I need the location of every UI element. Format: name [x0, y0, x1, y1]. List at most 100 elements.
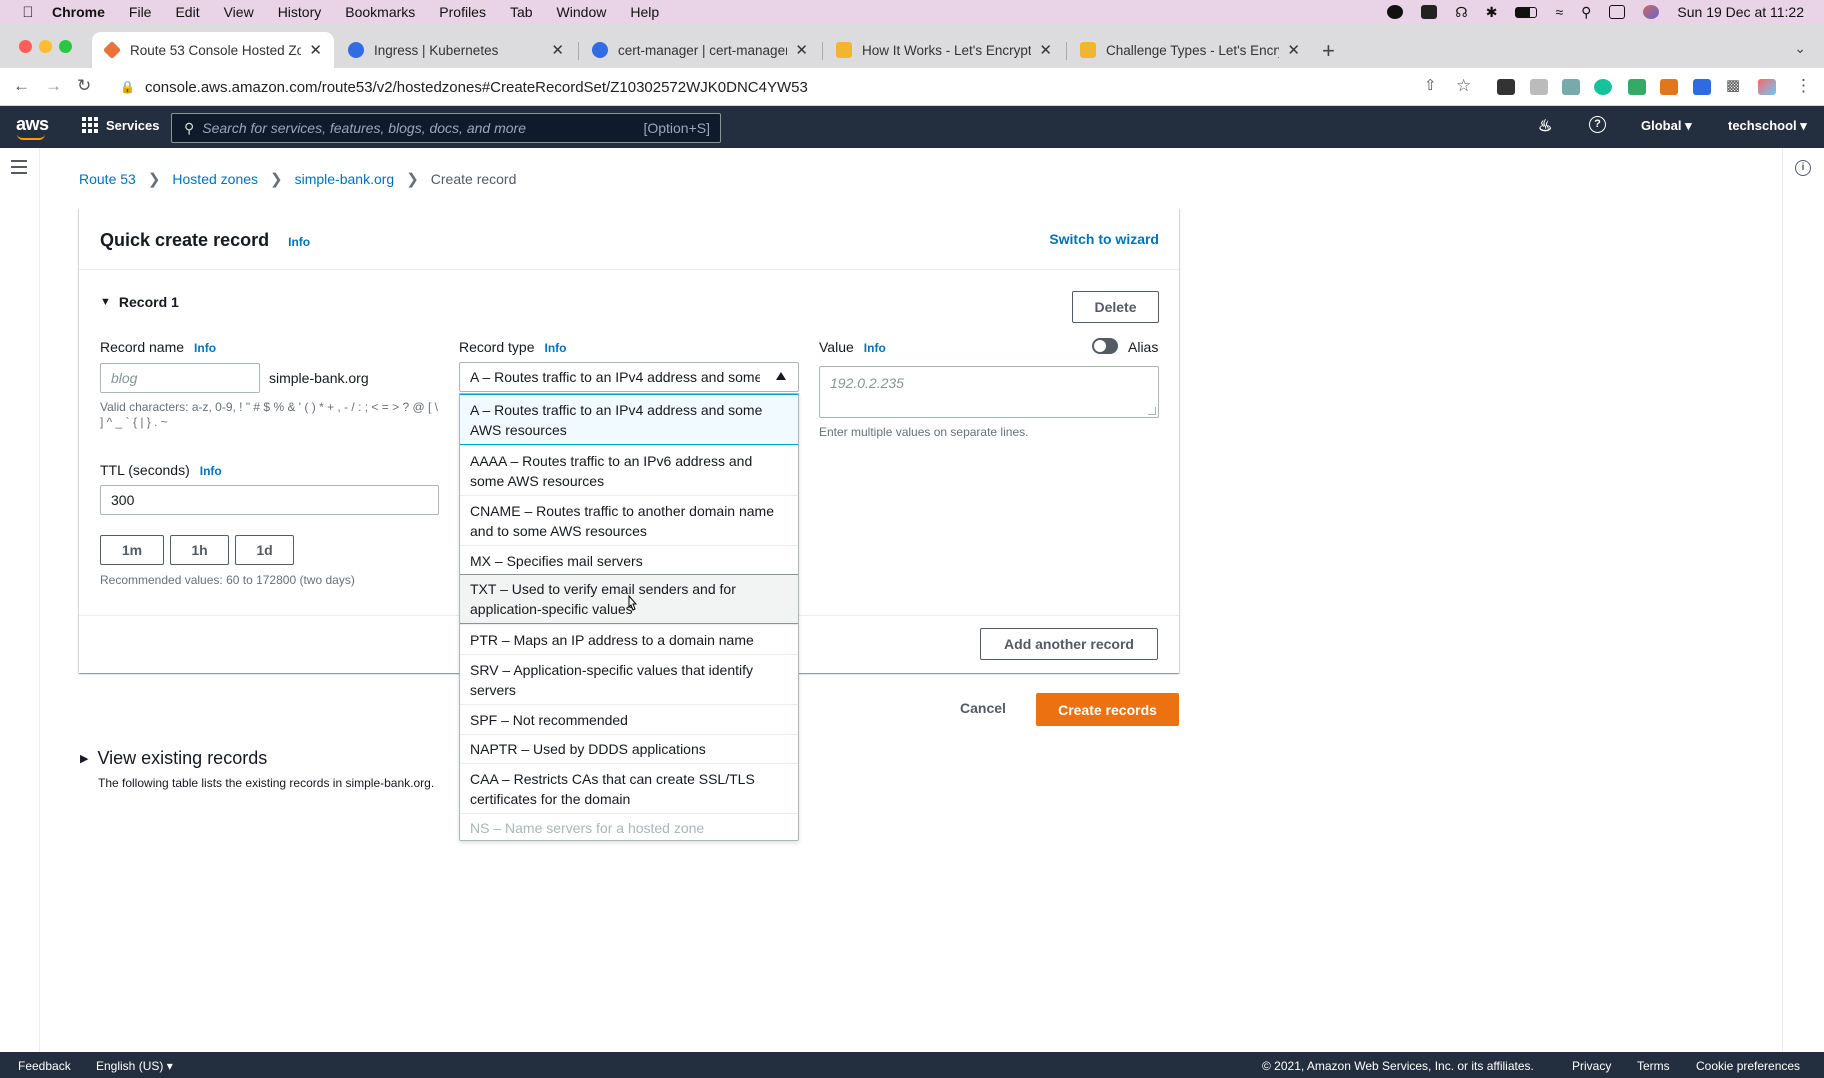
hamburger-menu-icon[interactable] — [11, 160, 27, 178]
account-menu[interactable]: techschool ▾ — [1728, 118, 1807, 134]
region-selector[interactable]: Global ▾ — [1641, 118, 1692, 134]
record-type-option-aaaa[interactable]: AAAA – Routes traffic to an IPv6 address… — [460, 445, 798, 495]
record-status-icon[interactable] — [1387, 5, 1404, 19]
delete-record-button[interactable]: Delete — [1072, 291, 1159, 323]
aws-search-input[interactable]: ⚲ Search for services, features, blogs, … — [171, 113, 721, 143]
extension-icon-3[interactable] — [1562, 79, 1580, 95]
breadcrumb-route53[interactable]: Route 53 — [79, 171, 136, 187]
resize-handle-icon[interactable] — [1148, 407, 1156, 415]
share-icon[interactable]: ⇧ — [1424, 76, 1437, 94]
reload-icon[interactable]: ↻ — [77, 76, 91, 96]
menu-help[interactable]: Help — [630, 4, 659, 20]
ttl-preset-1m[interactable]: 1m — [100, 535, 164, 565]
record-type-info-link[interactable]: Info — [544, 341, 566, 355]
metamask-icon[interactable] — [1660, 79, 1678, 95]
url-field[interactable]: 🔒 console.aws.amazon.com/route53/v2/host… — [120, 72, 1450, 102]
add-another-record-button[interactable]: Add another record — [980, 628, 1158, 660]
menu-view[interactable]: View — [224, 4, 254, 20]
record-type-option-cname[interactable]: CNAME – Routes traffic to another domain… — [460, 495, 798, 545]
caret-up-icon — [776, 372, 786, 380]
record-type-option-naptr[interactable]: NAPTR – Used by DDDS applications — [460, 734, 798, 763]
menu-edit[interactable]: Edit — [175, 4, 199, 20]
feedback-link[interactable]: Feedback — [18, 1059, 71, 1073]
extension-icon-2[interactable] — [1530, 79, 1548, 95]
record-type-option-srv[interactable]: SRV – Application-specific values that i… — [460, 654, 798, 704]
record-name-info-link[interactable]: Info — [194, 341, 216, 355]
record-type-option-a[interactable]: A – Routes traffic to an IPv4 address an… — [460, 394, 798, 445]
extension-icon-1[interactable] — [1497, 79, 1515, 95]
battery-icon[interactable] — [1515, 6, 1538, 18]
services-menu-button[interactable]: Services — [82, 117, 160, 133]
record-name-input[interactable]: blog — [100, 363, 260, 393]
menu-app-name[interactable]: Chrome — [52, 4, 105, 20]
alias-toggle[interactable] — [1092, 338, 1118, 354]
forward-arrow-icon[interactable]: → — [45, 76, 62, 96]
wifi-icon[interactable]: ≈ — [1555, 4, 1563, 20]
back-arrow-icon[interactable]: ← — [13, 76, 30, 96]
cookie-preferences-link[interactable]: Cookie preferences — [1696, 1059, 1800, 1073]
menu-file[interactable]: File — [129, 4, 152, 20]
browser-menu-icon[interactable]: ⋮ — [1795, 76, 1812, 96]
browser-tab-route53[interactable]: Route 53 Console Hosted Zones ✕ — [92, 32, 334, 68]
extension-icon-8[interactable] — [1758, 79, 1776, 95]
ttl-preset-1d[interactable]: 1d — [235, 535, 294, 565]
browser-tab-ingress[interactable]: Ingress | Kubernetes ✕ — [336, 32, 576, 68]
tab-close-icon[interactable]: ✕ — [1287, 41, 1300, 59]
notifications-bell-icon[interactable]: ♨ — [1538, 116, 1552, 136]
window-minimize-button[interactable] — [39, 40, 52, 53]
bluetooth-icon[interactable]: ✱ — [1486, 4, 1498, 21]
privacy-link[interactable]: Privacy — [1572, 1059, 1611, 1073]
menu-profiles[interactable]: Profiles — [439, 4, 486, 20]
help-icon[interactable]: ? — [1589, 116, 1606, 133]
view-existing-records-toggle[interactable]: ▶ View existing records — [80, 748, 267, 769]
tab-close-icon[interactable]: ✕ — [1039, 41, 1052, 59]
extension-icon-5[interactable] — [1628, 79, 1646, 95]
apple-icon[interactable]:  — [18, 0, 38, 24]
record-type-option-ptr[interactable]: PTR – Maps an IP address to a domain nam… — [460, 624, 798, 654]
breadcrumb-hosted-zones[interactable]: Hosted zones — [172, 171, 258, 187]
tab-search-chevron-icon[interactable]: ⌄ — [1794, 40, 1806, 57]
new-tab-plus-icon[interactable]: + — [1322, 38, 1335, 64]
aws-logo[interactable]: aws — [16, 114, 49, 140]
window-close-button[interactable] — [19, 40, 32, 53]
ttl-input[interactable]: 300 — [100, 485, 439, 515]
cancel-button[interactable]: Cancel — [960, 700, 1006, 716]
control-center-icon[interactable] — [1609, 5, 1626, 19]
grammarly-icon[interactable] — [1594, 79, 1612, 95]
input-source-icon[interactable] — [1421, 5, 1438, 19]
value-textarea[interactable]: 192.0.2.235 — [819, 366, 1159, 418]
menu-history[interactable]: History — [278, 4, 322, 20]
ttl-preset-1h[interactable]: 1h — [170, 535, 229, 565]
record-1-toggle[interactable]: ▼ Record 1 — [100, 294, 179, 310]
terms-link[interactable]: Terms — [1637, 1059, 1670, 1073]
menu-window[interactable]: Window — [557, 4, 607, 20]
info-panel-icon[interactable]: i — [1795, 160, 1811, 176]
window-zoom-button[interactable] — [59, 40, 72, 53]
browser-tab-challenge-types[interactable]: Challenge Types - Let's Encrypt ✕ — [1068, 32, 1312, 68]
language-selector[interactable]: English (US) ▾ — [96, 1059, 173, 1073]
tab-close-icon[interactable]: ✕ — [309, 41, 322, 59]
menu-clock[interactable]: Sun 19 Dec at 11:22 — [1677, 4, 1804, 20]
switch-to-wizard-link[interactable]: Switch to wizard — [1049, 231, 1159, 247]
value-info-link[interactable]: Info — [864, 341, 886, 355]
record-type-option-spf[interactable]: SPF – Not recommended — [460, 704, 798, 734]
headphones-icon[interactable]: ☊ — [1455, 4, 1467, 21]
spotlight-search-icon[interactable]: ⚲ — [1581, 4, 1591, 21]
create-records-button[interactable]: Create records — [1036, 693, 1179, 726]
tab-close-icon[interactable]: ✕ — [551, 41, 564, 59]
record-type-option-caa[interactable]: CAA – Restricts CAs that can create SSL/… — [460, 763, 798, 813]
record-type-option-mx[interactable]: MX – Specifies mail servers — [460, 545, 798, 575]
extension-icon-7[interactable] — [1693, 79, 1711, 95]
breadcrumb-zone[interactable]: simple-bank.org — [295, 171, 395, 187]
panel-info-link[interactable]: Info — [288, 235, 310, 249]
browser-tab-how-it-works[interactable]: How It Works - Let's Encrypt ✕ — [824, 32, 1064, 68]
menu-bookmarks[interactable]: Bookmarks — [345, 4, 415, 20]
tab-close-icon[interactable]: ✕ — [795, 41, 808, 59]
ttl-info-link[interactable]: Info — [200, 464, 222, 478]
bookmark-star-icon[interactable]: ☆ — [1456, 76, 1471, 96]
siri-icon[interactable] — [1643, 5, 1660, 19]
record-type-select[interactable]: A – Routes traffic to an IPv4 address an… — [459, 362, 799, 392]
extensions-puzzle-icon[interactable]: ▩ — [1726, 76, 1740, 94]
browser-tab-cert-manager[interactable]: cert-manager | cert-manager ✕ — [580, 32, 820, 68]
menu-tab[interactable]: Tab — [510, 4, 533, 20]
